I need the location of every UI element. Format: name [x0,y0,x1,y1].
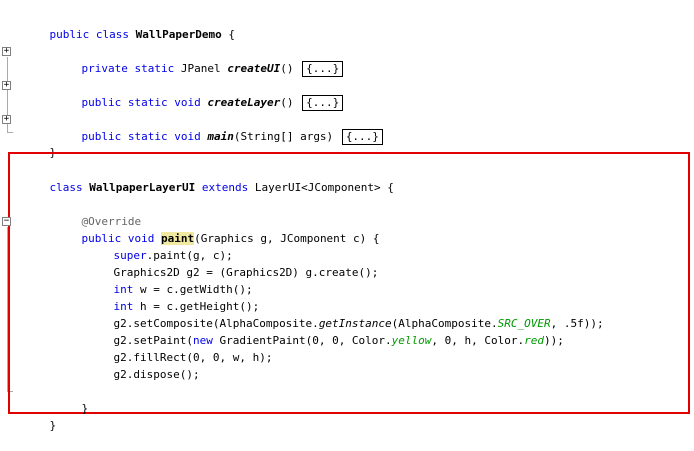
params: (String[] args) [233,130,334,143]
code-line-body-5: g2.setComposite(AlphaComposite.getInstan… [87,298,604,330]
modifiers: private static [81,62,175,75]
brace: } [81,402,89,415]
fold-expand-icon[interactable]: + [2,47,11,56]
keyword: public [49,28,90,41]
class-name: WallpaperLayerUI [89,181,196,194]
code-line-body-8: g2.dispose(); [87,349,200,381]
code-line-class2-close: } [23,400,57,432]
code-line-paint: public void paint(Graphics g, JComponent… [55,213,380,245]
code-line-body-6: g2.setPaint(new GradientPaint(0, 0, Colo… [87,315,564,347]
keyword: extends [201,181,249,194]
keyword: class [49,181,83,194]
fold-collapse-icon[interactable]: − [2,217,11,226]
code-line-class1-close: } [23,127,57,159]
code-line-class2: class WallpaperLayerUI extends LayerUI<J… [23,162,394,194]
folded-block[interactable]: {...} [302,61,344,77]
params: () [280,62,294,75]
method-name: createLayer [207,96,281,109]
code-line-body-2: Graphics2D g2 = (Graphics2D) g.create(); [87,247,379,279]
code-line-main: public static void main(String[] args) {… [55,111,383,145]
code-text: , 0, h, Color. [431,334,525,347]
fold-expand-icon[interactable]: + [2,81,11,90]
modifiers: public static void [81,130,201,143]
superclass: LayerUI<JComponent> { [254,181,394,194]
code-line-annotation: @Override [55,196,142,228]
static-constant: red [524,334,545,347]
code-text: )); [544,334,564,347]
folded-block[interactable]: {...} [302,95,344,111]
method-name: main [207,130,234,143]
code-line-class1: public class WallPaperDemo { [23,9,235,41]
fold-guide-end-class1 [7,132,13,133]
method-name: createUI [227,62,281,75]
code-line-body-1: super.paint(g, c); [87,230,233,262]
code-line-body-7: g2.fillRect(0, 0, w, h); [87,332,273,364]
fold-expand-icon[interactable]: + [2,115,11,124]
code-line-body-3: int w = c.getWidth(); [87,264,253,296]
keyword: class [95,28,129,41]
brace: { [228,28,235,41]
brace: } [49,419,57,432]
code-line-createUI: private static JPanel createUI() {...} [55,43,344,77]
code-line-createLayer: public static void createLayer() {...} [55,77,344,111]
code-line-body-4: int h = c.getHeight(); [87,281,260,313]
modifiers: public static void [81,96,201,109]
code-line-paint-close: } [55,383,89,415]
params: () [280,96,294,109]
code-text: g2.dispose(); [113,368,200,381]
class-name: WallPaperDemo [135,28,222,41]
static-constant: yellow [391,334,432,347]
folded-block[interactable]: {...} [341,129,383,145]
return-type: JPanel [180,62,221,75]
